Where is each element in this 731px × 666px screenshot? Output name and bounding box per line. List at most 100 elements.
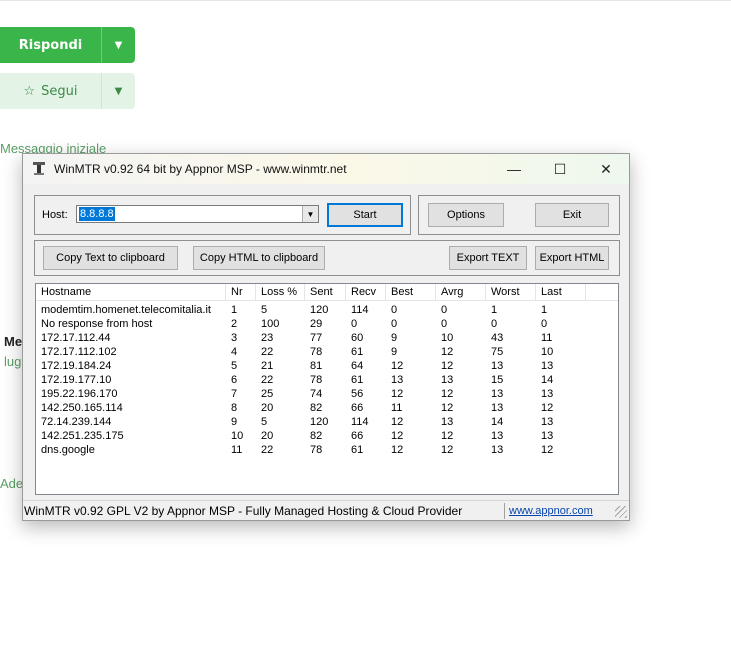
table-row[interactable]: 142.250.165.114 8 20 82 66 11 12 13 12 (36, 401, 618, 415)
cell-nr: 6 (231, 374, 238, 386)
results-list[interactable]: Hostname Nr Loss % Sent Recv Best Avrg W… (35, 283, 619, 495)
copy-html-button[interactable]: Copy HTML to clipboard (193, 246, 325, 270)
cell-best: 11 (391, 402, 403, 414)
cell-hostname: No response from host (41, 318, 153, 330)
cell-sent: 78 (310, 346, 323, 358)
cell-loss: 22 (261, 346, 274, 358)
cell-worst: 75 (491, 346, 504, 358)
exit-button[interactable]: Exit (535, 203, 609, 227)
cell-nr: 5 (231, 360, 238, 372)
column-header-best[interactable]: Best (386, 284, 436, 301)
cell-worst: 14 (491, 416, 504, 428)
column-header-loss[interactable]: Loss % (256, 284, 305, 301)
cell-recv: 61 (351, 374, 364, 386)
cell-worst: 15 (491, 374, 504, 386)
cell-best: 0 (391, 304, 398, 316)
maximize-icon: ☐ (553, 160, 567, 177)
follow-dropdown-button[interactable]: ▼ (101, 73, 135, 109)
cell-worst: 13 (491, 388, 504, 400)
host-value: 8.8.8.8 (79, 207, 115, 221)
cell-nr: 4 (231, 346, 238, 358)
chevron-down-icon: ▼ (114, 85, 123, 97)
maximize-button[interactable]: ☐ (537, 154, 583, 184)
minimize-button[interactable]: — (491, 154, 537, 184)
column-header-hostname[interactable]: Hostname (36, 284, 226, 301)
close-button[interactable]: ✕ (583, 154, 629, 184)
cell-hostname: dns.google (41, 444, 95, 456)
cell-best: 12 (391, 416, 404, 428)
cell-loss: 5 (261, 416, 268, 428)
partial-heading: Me (4, 334, 23, 349)
cell-avrg: 10 (441, 332, 454, 344)
follow-button[interactable]: ☆ Segui (0, 73, 101, 109)
cell-best: 12 (391, 360, 404, 372)
cell-recv: 66 (351, 430, 364, 442)
cell-last: 12 (541, 444, 554, 456)
cell-loss: 100 (261, 318, 280, 330)
table-row[interactable]: 142.251.235.175 10 20 82 66 12 12 13 13 (36, 429, 618, 443)
column-header-sent[interactable]: Sent (305, 284, 346, 301)
table-row[interactable]: No response from host 2 100 29 0 0 0 0 0 (36, 317, 618, 331)
host-combobox[interactable]: 8.8.8.8 ▼ (76, 205, 319, 223)
cell-loss: 22 (261, 444, 274, 456)
start-button[interactable]: Start (327, 203, 403, 227)
cell-worst: 0 (491, 318, 498, 330)
cell-last: 12 (541, 402, 554, 414)
status-text: WinMTR v0.92 GPL V2 by Appnor MSP - Full… (24, 504, 463, 518)
column-header-avrg[interactable]: Avrg (436, 284, 486, 301)
table-row[interactable]: modemtim.homenet.telecomitalia.it 1 5 120 11… (36, 303, 618, 317)
combo-dropdown-button[interactable]: ▼ (302, 206, 318, 222)
table-row[interactable]: 172.19.184.24 5 21 81 64 12 12 13 13 (36, 359, 618, 373)
resize-grip[interactable] (615, 506, 627, 518)
partial-link[interactable]: lug (4, 354, 21, 369)
cell-nr: 1 (231, 304, 238, 316)
cell-sent: 78 (310, 444, 323, 456)
cell-sent: 120 (310, 304, 329, 316)
cell-last: 13 (541, 388, 554, 400)
cell-avrg: 0 (441, 318, 448, 330)
cell-last: 14 (541, 374, 554, 386)
table-row[interactable]: 172.17.112.44 3 23 77 60 9 10 43 11 (36, 331, 618, 345)
reply-split-button: Rispondi ▼ (0, 27, 135, 63)
copy-text-button[interactable]: Copy Text to clipboard (43, 246, 178, 270)
minimize-icon: — (507, 161, 521, 177)
table-row[interactable]: dns.google 11 22 78 61 12 12 13 12 (36, 443, 618, 457)
cell-last: 0 (541, 318, 548, 330)
cell-best: 9 (391, 332, 398, 344)
title-bar[interactable]: WinMTR v0.92 64 bit by Appnor MSP - www.… (23, 154, 629, 184)
winmtr-window: WinMTR v0.92 64 bit by Appnor MSP - www.… (22, 153, 630, 521)
cell-sent: 77 (310, 332, 323, 344)
table-row[interactable]: 195.22.196.170 7 25 74 56 12 12 13 13 (36, 387, 618, 401)
export-text-button[interactable]: Export TEXT (449, 246, 527, 270)
cell-worst: 13 (491, 430, 504, 442)
column-header-last[interactable]: Last (536, 284, 586, 301)
cell-last: 13 (541, 416, 554, 428)
table-row[interactable]: 172.17.112.102 4 22 78 61 9 12 75 10 (36, 345, 618, 359)
cell-last: 10 (541, 346, 554, 358)
column-header-nr[interactable]: Nr (226, 284, 256, 301)
cell-avrg: 12 (441, 360, 454, 372)
cell-worst: 43 (491, 332, 504, 344)
cell-recv: 114 (351, 416, 369, 428)
export-html-button[interactable]: Export HTML (535, 246, 609, 270)
cell-avrg: 12 (441, 388, 454, 400)
star-icon: ☆ (23, 83, 36, 99)
table-row[interactable]: 72.14.239.144 9 5 120 114 12 13 14 13 (36, 415, 618, 429)
cell-hostname: 172.19.184.24 (41, 360, 112, 372)
cell-best: 12 (391, 444, 404, 456)
cell-recv: 64 (351, 360, 364, 372)
options-button[interactable]: Options (428, 203, 504, 227)
app-icon (33, 162, 45, 175)
column-header-recv[interactable]: Recv (346, 284, 386, 301)
column-header-worst[interactable]: Worst (486, 284, 536, 301)
appnor-link[interactable]: www.appnor.com (509, 505, 593, 517)
cell-sent: 78 (310, 374, 323, 386)
cell-hostname: 142.251.235.175 (41, 430, 124, 442)
reply-button[interactable]: Rispondi (0, 27, 101, 63)
cell-loss: 20 (261, 402, 274, 414)
cell-recv: 56 (351, 388, 364, 400)
cell-best: 13 (391, 374, 404, 386)
reply-dropdown-button[interactable]: ▼ (101, 27, 135, 63)
cell-best: 12 (391, 388, 404, 400)
table-row[interactable]: 172.19.177.10 6 22 78 61 13 13 15 14 (36, 373, 618, 387)
